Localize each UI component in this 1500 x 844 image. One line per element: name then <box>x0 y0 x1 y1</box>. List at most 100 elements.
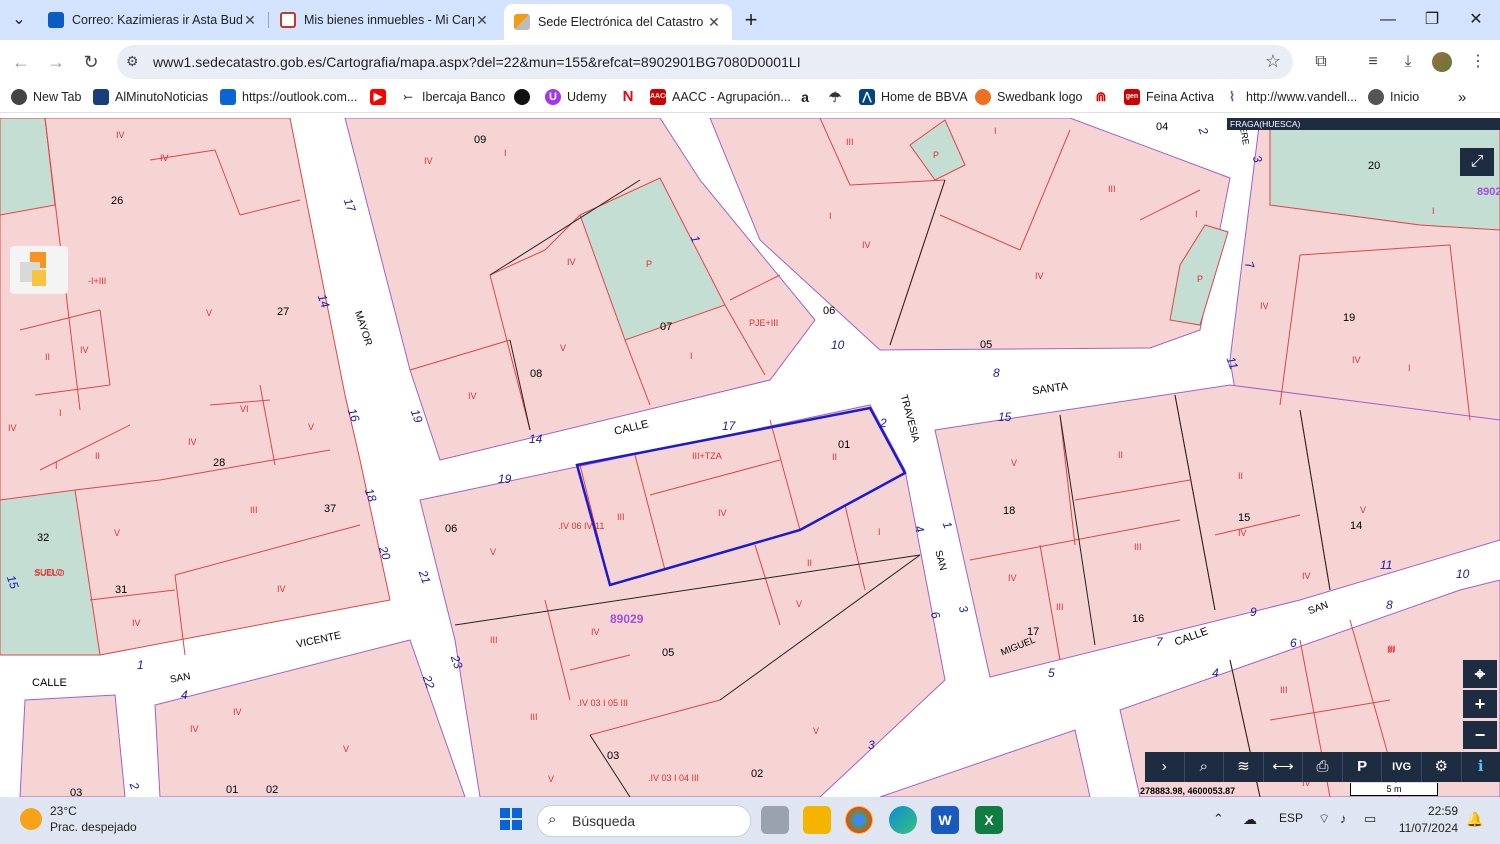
forward-button[interactable]: → <box>44 50 68 74</box>
zoom-in-button[interactable]: + <box>1463 690 1497 718</box>
bookmark-netflix[interactable]: N <box>620 89 642 105</box>
bookmark-alminutonoticias[interactable]: AlMinutoNoticias <box>93 89 208 105</box>
battery-icon[interactable]: ▭ <box>1364 811 1376 827</box>
bookmark-amazon[interactable]: a <box>797 89 819 105</box>
task-view-button[interactable] <box>761 806 789 834</box>
outlook-icon <box>48 12 64 28</box>
start-button[interactable] <box>497 806 525 834</box>
close-icon: ✕ <box>1469 11 1483 28</box>
volume-icon[interactable]: ♪ <box>1340 811 1347 826</box>
reload-button[interactable]: ↻ <box>79 50 103 74</box>
tab-search-button[interactable]: ⌄ <box>0 8 38 32</box>
bookmark-star-icon[interactable]: ☆ <box>1265 51 1281 72</box>
bookmark-red-logo[interactable]: ⋒ <box>1093 89 1115 105</box>
close-icon[interactable]: ✕ <box>242 12 258 29</box>
street-number: 8 <box>993 366 1000 380</box>
close-icon[interactable]: ✕ <box>706 14 722 31</box>
bookmark-new-tab[interactable]: New Tab <box>11 89 81 105</box>
street-number: 6 <box>1290 636 1297 650</box>
tab-catastro[interactable]: Sede Electrónica del Catastro - ✕ <box>504 4 732 40</box>
tab-correo[interactable]: Correo: Kazimieras ir Asta Budr ✕ <box>38 4 268 36</box>
street-number: 11 <box>1223 354 1241 372</box>
windows-logo-icon <box>500 808 522 830</box>
bookmark-inicio[interactable]: Inicio <box>1368 89 1419 105</box>
back-button[interactable]: ← <box>9 50 33 74</box>
bookmark-aacc[interactable]: AACC AACC - Agrupación... <box>650 89 791 105</box>
bookmark-udemy[interactable]: U Udemy <box>545 89 607 105</box>
chrome-button[interactable] <box>845 806 873 834</box>
zoom-out-button[interactable]: − <box>1463 721 1497 749</box>
bookmark-youtube[interactable]: ▶ <box>370 89 392 105</box>
outlook-icon <box>220 89 236 105</box>
tab-title: Mis bienes inmuebles - Mi Carp <box>304 13 474 27</box>
onedrive-icon[interactable]: ☁ <box>1243 811 1257 828</box>
bookmark-bbva[interactable]: ⋀ Home de BBVA <box>859 89 968 105</box>
new-tab-button[interactable]: + <box>731 8 771 32</box>
tab-mis-bienes[interactable]: Mis bienes inmuebles - Mi Carp ✕ <box>270 4 500 36</box>
street-number: 7 <box>1241 259 1258 271</box>
street-number: 19 <box>498 472 512 486</box>
bookmark-label: AACC - Agrupación... <box>672 90 791 104</box>
address-bar[interactable]: ⚙ www1.sedecatastro.gob.es/Cartografia/m… <box>117 45 1293 79</box>
settings-button[interactable]: ⚙ <box>1422 752 1462 782</box>
weather-widget[interactable]: 23°C Prac. despejado <box>20 803 137 835</box>
bookmark-openai[interactable] <box>514 89 536 105</box>
site-info-icon[interactable]: ⚙ <box>126 53 139 70</box>
measure-button[interactable]: ⟷ <box>1264 752 1304 782</box>
youtube-icon: ▶ <box>370 89 386 105</box>
search-button[interactable]: ⌕ <box>1185 752 1225 782</box>
bookmark-vandell[interactable]: ⌇ http://www.vandell... <box>1224 89 1357 105</box>
measure-icon: ⟷ <box>1272 758 1294 775</box>
restore-button[interactable]: ❐ <box>1412 8 1452 32</box>
street-number: 22 <box>419 673 438 691</box>
bookmark-swedbank[interactable]: Swedbank logo <box>975 89 1082 105</box>
street-number: 4 <box>1212 666 1219 680</box>
parcel-info-button[interactable]: P <box>1343 752 1383 782</box>
media-control-icon[interactable]: ≡ <box>1362 51 1384 73</box>
word-button[interactable]: W <box>931 806 959 834</box>
excel-button[interactable]: X <box>975 806 1003 834</box>
wifi-icon[interactable]: ⌔ <box>1318 811 1330 827</box>
bookmark-umbrella[interactable]: ☂ <box>827 89 849 105</box>
menu-kebab-icon[interactable]: ⋮ <box>1467 51 1489 73</box>
bookmark-ibercaja[interactable]: ⤚ Ibercaja Banco <box>400 89 505 105</box>
url-text[interactable]: www1.sedecatastro.gob.es/Cartografia/map… <box>153 54 801 70</box>
street-number: 15 <box>998 410 1012 424</box>
close-icon[interactable]: ✕ <box>474 12 490 29</box>
street-number: 9 <box>1250 605 1257 619</box>
locate-button[interactable]: ⌖ <box>1463 660 1497 688</box>
street-numbers: 17 14 16 18 20 21 22 23 19 14 17 19 1 2 … <box>0 118 1500 797</box>
area-name-bar: FRAGA(HUESCA) <box>1227 118 1500 130</box>
layers-button[interactable]: ≋ <box>1224 752 1264 782</box>
expand-icon: ⤢ <box>1470 153 1484 170</box>
extensions-icon[interactable]: ⧉ <box>1310 51 1332 73</box>
fullscreen-button[interactable]: ⤢ <box>1460 148 1494 176</box>
info-button[interactable]: ℹ <box>1462 752 1500 782</box>
ibercaja-icon: ⤚ <box>400 89 416 105</box>
notification-bell-icon[interactable]: 🔔 <box>1466 811 1483 828</box>
bookmark-feina-activa[interactable]: gen Feina Activa <box>1124 89 1214 105</box>
taskbar-search[interactable]: ⌕ Búsqueda <box>537 805 751 837</box>
cadastral-map[interactable]: CALLE MAYOR SANTA TRAVESIA SAN VICENTE C… <box>0 118 1500 797</box>
street-number: 1 <box>939 519 956 531</box>
tab-title: Correo: Kazimieras ir Asta Budr <box>72 13 242 27</box>
ivg-button[interactable]: IVG <box>1382 752 1422 782</box>
street-number: 4 <box>911 523 928 535</box>
tab-divider <box>268 12 269 28</box>
expand-toolbar-button[interactable]: › <box>1145 752 1185 782</box>
show-hidden-icons-button[interactable]: ⌃ <box>1213 811 1224 827</box>
language-indicator[interactable]: ESP <box>1279 811 1303 825</box>
close-window-button[interactable]: ✕ <box>1456 8 1496 32</box>
minimize-button[interactable]: — <box>1368 8 1408 32</box>
profile-avatar[interactable] <box>1432 52 1452 72</box>
clock[interactable]: 22:59 11/07/2024 <box>1396 803 1458 837</box>
more-bookmarks-button[interactable]: » <box>1458 89 1466 106</box>
file-explorer-button[interactable] <box>803 806 831 834</box>
arrow-left-icon: ← <box>12 52 30 72</box>
tab-title: Sede Electrónica del Catastro - <box>538 15 706 29</box>
bookmark-outlook[interactable]: https://outlook.com... <box>220 89 357 105</box>
edge-button[interactable] <box>889 806 917 834</box>
download-icon[interactable]: ⤓ <box>1397 51 1419 73</box>
bookmark-label: https://outlook.com... <box>242 90 358 104</box>
print-button[interactable]: ⎙ <box>1303 752 1343 782</box>
